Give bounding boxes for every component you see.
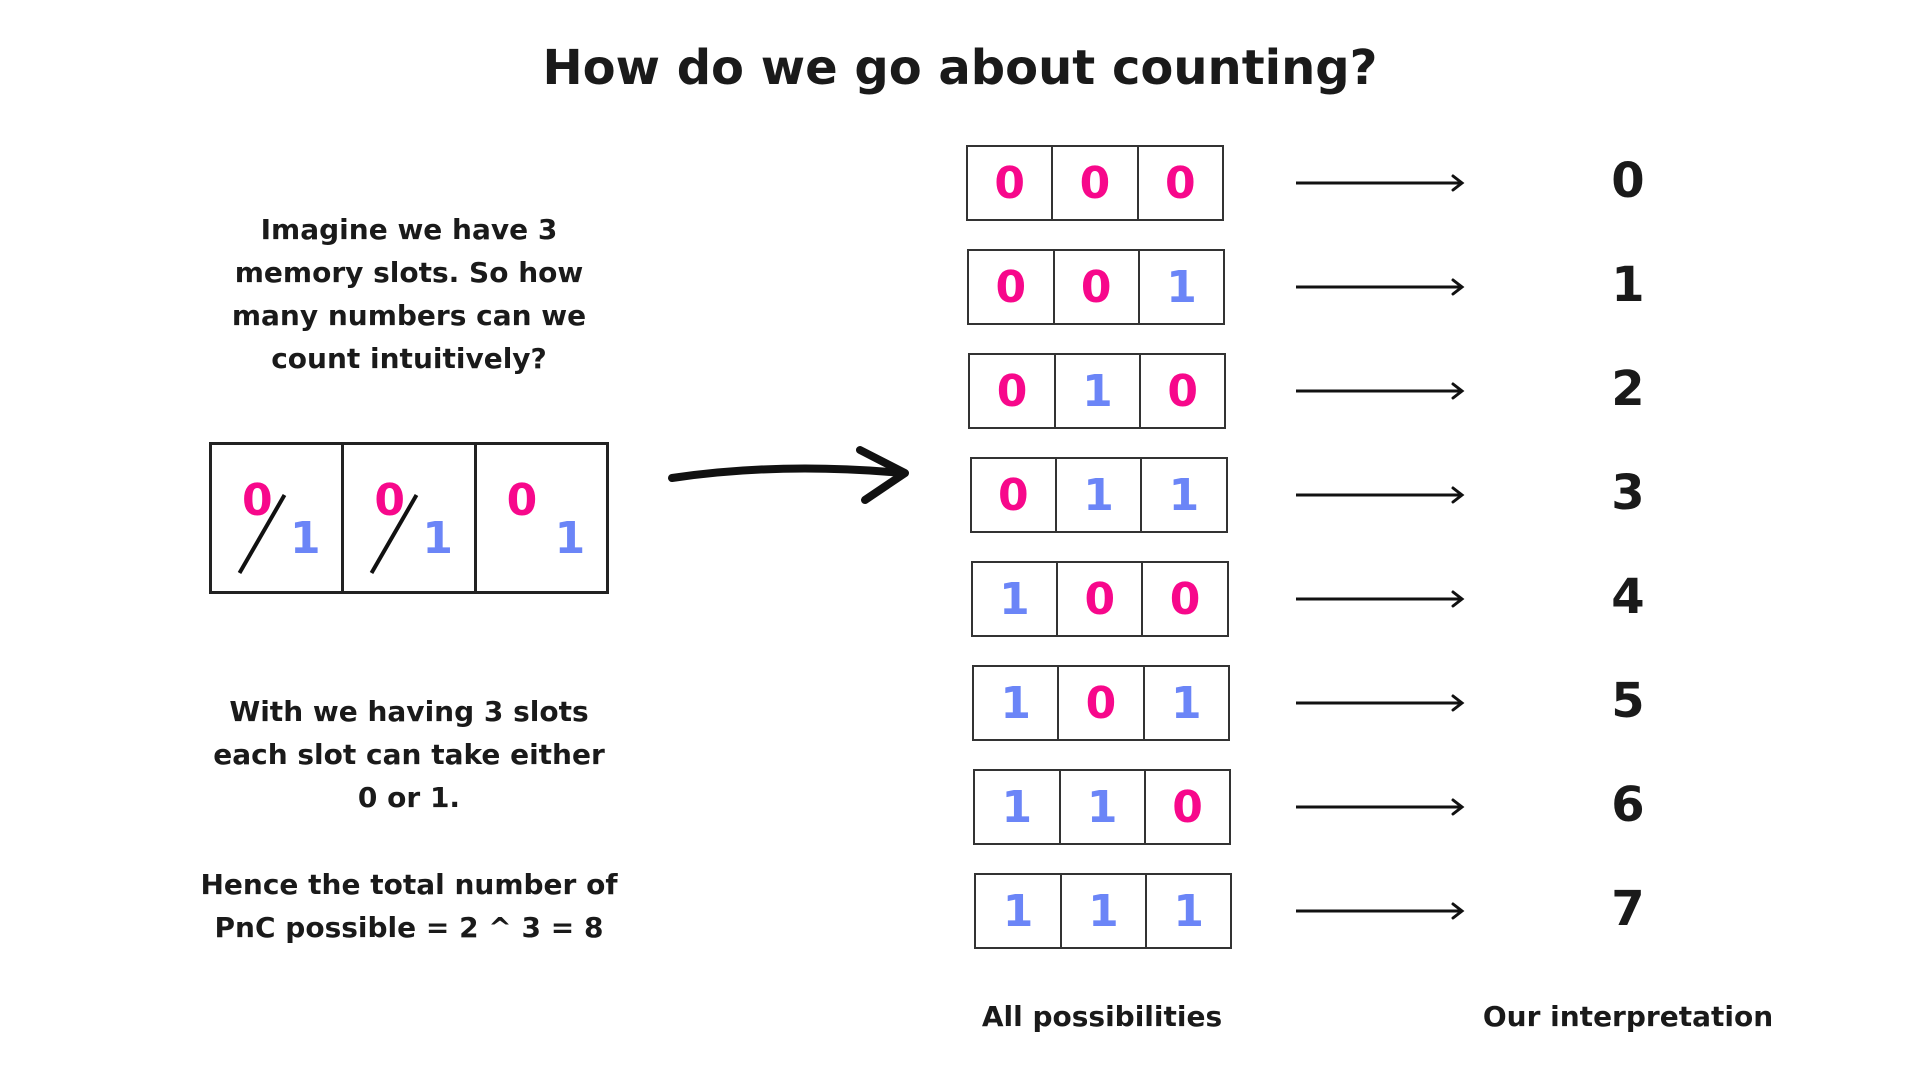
- slot-zero: 0: [506, 475, 538, 526]
- bit-cell: 1: [1061, 771, 1146, 843]
- right-arrow-icon: [1296, 382, 1465, 400]
- decimal-value: 6: [1611, 777, 1645, 833]
- bit-cell: 0: [972, 459, 1057, 531]
- right-arrow-icon: [1296, 694, 1465, 712]
- bit-cell: 1: [976, 875, 1062, 947]
- intro-text: Imagine we have 3 memory slots. So how m…: [149, 208, 669, 380]
- slot-one: 1: [290, 513, 321, 564]
- explain-text: With we having 3 slots each slot can tak…: [149, 690, 669, 819]
- bit-cell: 1: [1056, 355, 1142, 427]
- explain-line: 0 or 1.: [357, 781, 461, 814]
- decimal-value: 1: [1611, 257, 1645, 313]
- bit-cell: 0: [968, 147, 1054, 219]
- bit-cell: 0: [969, 251, 1055, 323]
- total-line: PnC possible = 2 ^ 3 = 8: [214, 911, 604, 944]
- bit-row: 111: [974, 873, 1233, 949]
- intro-line: Imagine we have 3: [260, 213, 558, 246]
- bit-row: 110: [973, 769, 1232, 845]
- decimal-value: 5: [1611, 673, 1645, 729]
- decimal-value: 4: [1611, 569, 1645, 625]
- right-arrow-icon: [1296, 590, 1465, 608]
- memory-slots: 01 01 01: [209, 442, 609, 594]
- bit-cell: 0: [1055, 251, 1140, 323]
- interpretation-label: Our interpretation: [1482, 1000, 1774, 1033]
- intro-line: memory slots. So how: [234, 256, 584, 289]
- diagram-title: How do we go about counting?: [542, 40, 1378, 96]
- memory-slot: 01: [212, 445, 345, 591]
- bit-row: 101: [972, 665, 1230, 741]
- bit-cell: 1: [1062, 875, 1148, 947]
- decimal-value: 3: [1611, 465, 1645, 521]
- bit-cell: 0: [1169, 573, 1201, 625]
- bit-cell: 0: [1172, 781, 1203, 833]
- bit-cell: 0: [1167, 365, 1199, 417]
- intro-line: count intuitively?: [271, 342, 547, 375]
- right-arrow-icon: [1296, 174, 1465, 192]
- bit-cell: 1: [1171, 677, 1202, 729]
- bit-cell: 1: [974, 667, 1060, 739]
- memory-slot: 01: [344, 445, 477, 591]
- right-arrow-icon: [1296, 278, 1465, 296]
- decimal-value: 7: [1611, 881, 1645, 937]
- right-arrow-icon: [1296, 798, 1465, 816]
- bit-cell: 0: [970, 355, 1056, 427]
- memory-slot: 01: [477, 445, 606, 591]
- bit-row: 011: [969, 457, 1228, 533]
- intro-line: many numbers can we: [231, 299, 587, 332]
- bit-row: 010: [968, 353, 1227, 429]
- possibilities-label: All possibilities: [981, 1000, 1223, 1033]
- right-arrow-icon: [1296, 902, 1465, 920]
- slot-one: 1: [554, 513, 586, 564]
- bit-cell: 0: [1053, 147, 1139, 219]
- bit-row: 100: [970, 561, 1229, 637]
- bit-row: 000: [966, 145, 1224, 221]
- bit-cell: 0: [1165, 157, 1196, 209]
- total-line: Hence the total number of: [200, 868, 618, 901]
- slot-one: 1: [422, 513, 453, 564]
- explain-line: each slot can take either: [213, 738, 605, 771]
- decimal-value: 0: [1611, 153, 1645, 209]
- bit-cell: 1: [975, 771, 1061, 843]
- bit-cell: 1: [1166, 261, 1197, 313]
- bit-cell: 0: [1059, 667, 1145, 739]
- bit-cell: 1: [1173, 885, 1205, 937]
- bit-cell: 0: [1058, 563, 1144, 635]
- bit-cell: 1: [1168, 469, 1200, 521]
- total-text: Hence the total number of PnC possible =…: [149, 863, 669, 949]
- bit-cell: 1: [1057, 459, 1143, 531]
- decimal-value: 2: [1611, 361, 1645, 417]
- curved-arrow-icon: [668, 446, 909, 504]
- bit-cell: 1: [973, 563, 1059, 635]
- right-arrow-icon: [1296, 486, 1465, 504]
- explain-line: With we having 3 slots: [229, 695, 589, 728]
- bit-row: 001: [967, 249, 1226, 325]
